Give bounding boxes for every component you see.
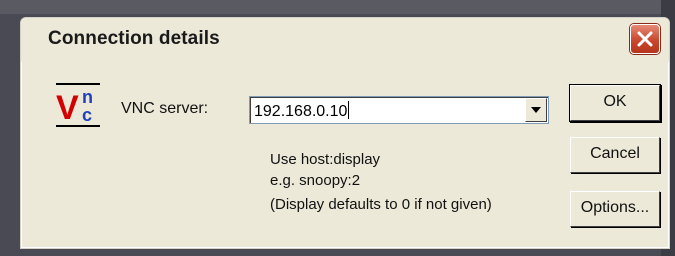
logo-letter-n: n — [82, 87, 93, 107]
logo-letter-v: V — [56, 89, 79, 127]
vnc-server-label: VNC server: — [121, 100, 209, 117]
title-bar[interactable]: Connection details — [21, 18, 669, 62]
close-icon — [637, 31, 653, 47]
options-button[interactable]: Options... — [570, 191, 660, 227]
vnc-server-input[interactable]: 192.168.0.10 — [254, 101, 350, 121]
hint-line-2: e.g. snoopy:2 — [270, 172, 361, 189]
dialog-title: Connection details — [48, 28, 220, 49]
hint-line-1: Use host:display — [270, 151, 381, 168]
cancel-button[interactable]: Cancel — [570, 137, 660, 173]
dialog-content: V n c VNC server: 192.168.0.10 OK Cancel… — [36, 66, 660, 227]
close-button[interactable] — [630, 24, 660, 54]
logo-letter-c: c — [82, 105, 92, 125]
vnc-server-value: 192.168.0.10 — [254, 103, 348, 120]
hint-line-3: (Display defaults to 0 if not given) — [270, 196, 492, 213]
connection-details-dialog: Connection details V n c VNC server: 192… — [20, 17, 670, 249]
vnc-logo: V n c — [56, 83, 100, 127]
desktop-background-top — [0, 0, 675, 14]
chevron-down-icon — [531, 107, 541, 113]
vnc-server-combobox[interactable]: 192.168.0.10 — [249, 96, 549, 124]
ok-button[interactable]: OK — [570, 85, 660, 121]
text-caret — [348, 101, 350, 119]
dropdown-button[interactable] — [525, 98, 547, 122]
